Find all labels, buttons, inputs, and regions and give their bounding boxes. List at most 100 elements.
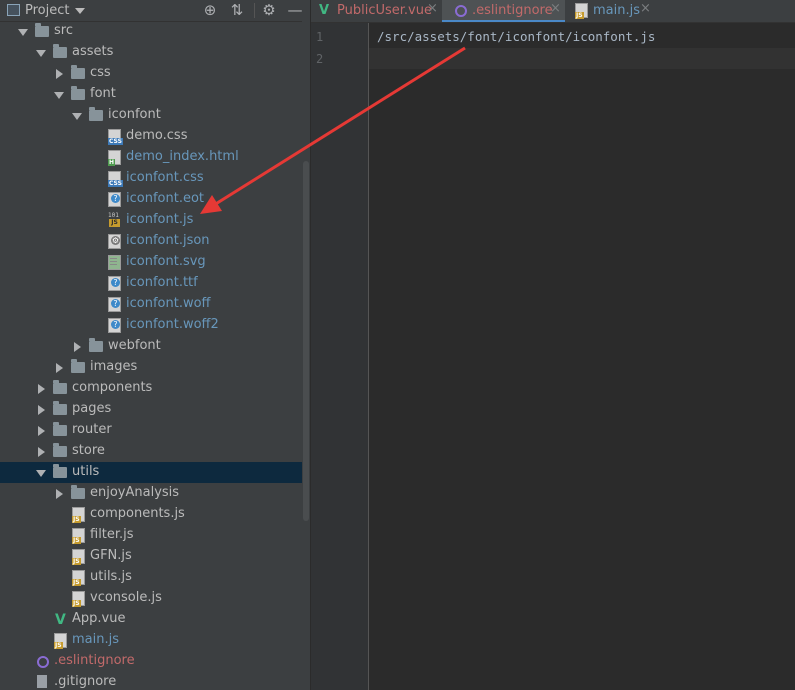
tree-item-label: utils [72, 464, 100, 479]
js-file-icon: JS [72, 570, 85, 586]
project-view-icon [7, 4, 20, 16]
chevron-right-icon[interactable] [38, 426, 45, 436]
close-icon[interactable]: × [640, 1, 651, 16]
chevron-down-icon[interactable] [18, 29, 28, 36]
tree-file-gitignore[interactable]: .gitignore [0, 672, 302, 690]
collapse-all-icon[interactable]: ⇅ [227, 0, 247, 21]
tree-item-label: assets [72, 44, 114, 59]
tree-file-iconfont-woff2[interactable]: ? iconfont.woff2 [0, 315, 302, 336]
tab-label: PublicUser.vue [337, 3, 432, 18]
tab-publicuser-vue[interactable]: V PublicUser.vue × [311, 0, 442, 22]
tree-file-components-js[interactable]: JS components.js [0, 504, 302, 525]
folder-icon [71, 65, 85, 79]
folder-icon [53, 422, 67, 436]
folder-icon [53, 443, 67, 457]
chevron-down-icon[interactable] [72, 113, 82, 120]
tree-folder-css[interactable]: css [0, 63, 302, 84]
folder-icon [89, 338, 103, 352]
tree-folder-router[interactable]: router [0, 420, 302, 441]
tree-file-demo-index-html[interactable]: Hdemo_index.html [0, 147, 302, 168]
close-icon[interactable]: × [427, 1, 438, 16]
tree-file-iconfont-svg[interactable]: iconfont.svg [0, 252, 302, 273]
tree-folder-images[interactable]: images [0, 357, 302, 378]
js-file-icon: JS [575, 3, 588, 19]
chevron-down-icon[interactable] [75, 8, 85, 14]
tree-folder-assets[interactable]: assets [0, 42, 302, 63]
tree-folder-src[interactable]: src [0, 21, 302, 42]
folder-icon [35, 23, 49, 37]
tree-folder-webfont[interactable]: webfont [0, 336, 302, 357]
tree-file-eslintignore[interactable]: .eslintignore [0, 651, 302, 672]
tree-folder-iconfont[interactable]: iconfont [0, 105, 302, 126]
tree-item-label: utils.js [90, 569, 132, 584]
tree-item-label: store [72, 443, 105, 458]
tree-item-label: iconfont.eot [126, 191, 204, 206]
js-file-icon: JS [72, 507, 85, 523]
tree-item-label: iconfont.ttf [126, 275, 198, 290]
minimize-icon[interactable]: — [285, 0, 305, 21]
project-panel: Project ⊕ ⇅ ⚙ — src assets css font iconfont… [0, 0, 310, 690]
tree-folder-pages[interactable]: pages [0, 399, 302, 420]
tree-item-label: images [90, 359, 138, 374]
tab-main-js[interactable]: JS main.js × [565, 0, 661, 22]
scrollbar-thumb[interactable] [303, 161, 309, 521]
tree-file-vconsole-js[interactable]: JS vconsole.js [0, 588, 302, 609]
tree-folder-enjoyanalysis[interactable]: enjoyAnalysis [0, 483, 302, 504]
js-binary-file-icon: 101 JS [108, 212, 120, 227]
chevron-right-icon[interactable] [56, 69, 63, 79]
tree-item-label: iconfont.svg [126, 254, 206, 269]
tree-folder-utils[interactable]: utils [0, 462, 302, 483]
tree-item-label: .eslintignore [54, 653, 135, 668]
tree-folder-store[interactable]: store [0, 441, 302, 462]
folder-icon [53, 44, 67, 58]
js-file-icon: JS [54, 633, 67, 649]
chevron-right-icon[interactable] [56, 489, 63, 499]
chevron-right-icon[interactable] [38, 447, 45, 457]
css-file-icon: CSS [108, 171, 123, 187]
tree-item-label: main.js [72, 632, 119, 647]
tree-item-label: css [90, 65, 111, 80]
tree-item-label: .gitignore [54, 674, 117, 689]
tree-folder-components[interactable]: components [0, 378, 302, 399]
tree-item-label: pages [72, 401, 112, 416]
line-number: 1 [316, 30, 324, 44]
tab-label: main.js [593, 3, 640, 18]
tree-file-gfn-js[interactable]: JS GFN.js [0, 546, 302, 567]
chevron-right-icon[interactable] [74, 342, 81, 352]
chevron-down-icon[interactable] [54, 92, 64, 99]
tree-file-main-js[interactable]: JS main.js [0, 630, 302, 651]
tree-file-iconfont-js[interactable]: 101 JS iconfont.js [0, 210, 302, 231]
tree-file-demo-css[interactable]: CSS demo.css [0, 126, 302, 147]
tree-file-iconfont-css[interactable]: CSS iconfont.css [0, 168, 302, 189]
editor-area[interactable] [369, 23, 795, 690]
chevron-right-icon[interactable] [38, 405, 45, 415]
tree-item-label: iconfont.json [126, 233, 210, 248]
tree-item-label: demo_index.html [126, 149, 239, 164]
tree-file-utils-js[interactable]: JS utils.js [0, 567, 302, 588]
chevron-right-icon[interactable] [38, 384, 45, 394]
tree-file-filter-js[interactable]: JS filter.js [0, 525, 302, 546]
tree-item-label: enjoyAnalysis [90, 485, 180, 500]
tree-scrollbar[interactable] [302, 21, 310, 690]
tree-file-iconfont-json[interactable]: ⚙ iconfont.json [0, 231, 302, 252]
editor-tabs: V PublicUser.vue × .eslintignore × JS ma… [311, 0, 795, 23]
chevron-down-icon[interactable] [36, 470, 46, 477]
tree-file-iconfont-ttf[interactable]: ? iconfont.ttf [0, 273, 302, 294]
chevron-down-icon[interactable] [36, 50, 46, 57]
tree-file-iconfont-woff[interactable]: ? iconfont.woff [0, 294, 302, 315]
tree-folder-font[interactable]: font [0, 84, 302, 105]
json-file-icon: ⚙ [108, 234, 121, 249]
toolbar-divider [254, 3, 255, 18]
project-panel-title[interactable]: Project [25, 3, 69, 18]
tree-item-label: iconfont.css [126, 170, 204, 185]
close-icon[interactable]: × [550, 1, 561, 16]
tab-eslintignore[interactable]: .eslintignore × [442, 0, 565, 22]
locate-icon[interactable]: ⊕ [200, 0, 220, 21]
line-number-gutter [311, 23, 368, 690]
tree-item-label: demo.css [126, 128, 188, 143]
tree-file-app-vue[interactable]: V App.vue [0, 609, 302, 630]
chevron-right-icon[interactable] [56, 363, 63, 373]
tree-item-label: font [90, 86, 116, 101]
tree-file-iconfont-eot[interactable]: ? iconfont.eot [0, 189, 302, 210]
gear-icon[interactable]: ⚙ [259, 0, 279, 21]
